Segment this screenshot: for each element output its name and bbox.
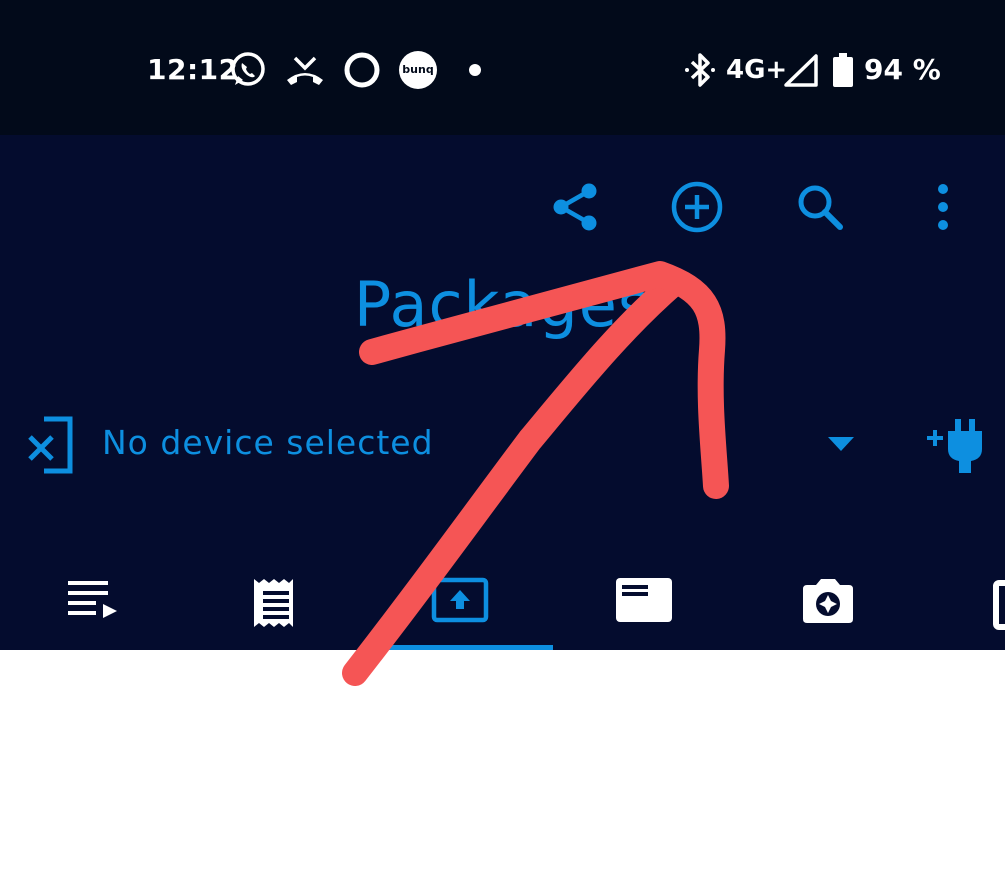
battery-icon (833, 53, 853, 87)
bluetooth-icon (685, 53, 715, 87)
device-selector[interactable]: No device selected (0, 405, 1005, 485)
sync-ring-icon (344, 52, 380, 88)
add-circle-icon[interactable] (667, 177, 727, 237)
signal-icon (784, 54, 818, 87)
device-label: No device selected (102, 423, 434, 462)
app-bar: Packages No device selected (0, 135, 1005, 650)
tab-queue[interactable] (9, 555, 177, 640)
status-time: 12:12 (147, 53, 239, 86)
network-type: 4G+ (726, 55, 788, 85)
more-vert-icon[interactable] (913, 177, 973, 237)
bunq-icon: bunq (399, 51, 437, 89)
tab-upload[interactable] (376, 555, 544, 640)
notification-dot-icon (469, 64, 481, 76)
status-bar: 12:12 bunq 4G+ 94 % (0, 0, 1005, 135)
missed-call-icon (287, 56, 323, 85)
whatsapp-icon (231, 52, 265, 86)
tab-camera[interactable] (744, 555, 912, 640)
search-icon[interactable] (790, 177, 850, 237)
battery-percent: 94 % (864, 53, 941, 86)
tab-bar (0, 545, 1005, 650)
share-icon[interactable] (545, 177, 605, 237)
upload-icon (431, 577, 489, 623)
tab-more[interactable] (960, 555, 1005, 640)
device-disconnected-icon (28, 416, 73, 474)
card-icon (616, 578, 672, 622)
more-tab-icon (993, 580, 1005, 630)
tab-receipt[interactable] (192, 555, 360, 640)
receipt-icon (254, 579, 293, 627)
tab-card[interactable] (560, 555, 728, 640)
page-title: Packages (353, 268, 652, 341)
content-area (0, 650, 1005, 887)
add-device-plug-icon[interactable] (924, 417, 984, 473)
queue-icon (68, 581, 117, 618)
camera-icon (803, 579, 853, 623)
dropdown-arrow-icon[interactable] (826, 435, 856, 453)
